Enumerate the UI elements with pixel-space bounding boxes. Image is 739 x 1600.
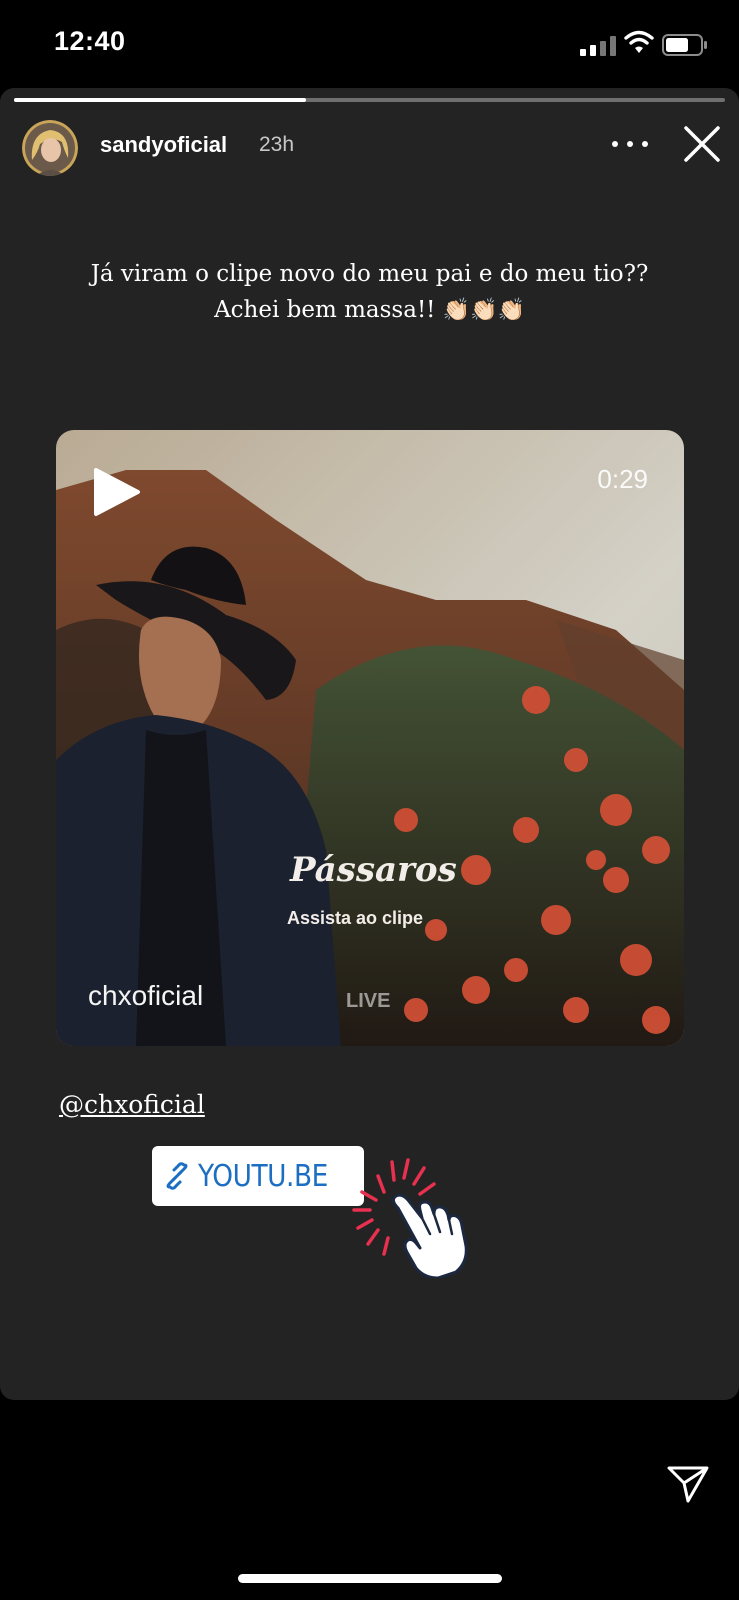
video-subtitle: Assista ao clipe <box>287 908 424 928</box>
video-watermark: LIVE <box>346 990 391 1012</box>
battery-icon <box>662 34 707 56</box>
status-bar: 12:40 <box>0 0 739 88</box>
story-time-ago: 23h <box>259 133 295 156</box>
caption-line-2: Achei bem massa!! <box>214 297 436 323</box>
link-icon <box>166 1162 188 1190</box>
clapping-hands-icon: 👏🏻👏🏻👏🏻 <box>442 298 525 323</box>
story-username[interactable]: sandyoficial <box>100 132 227 158</box>
video-thumbnail <box>56 430 684 1046</box>
caption-line-1: Já viram o clipe novo do meu pai e do me… <box>90 261 649 287</box>
wifi-icon <box>624 30 654 53</box>
shared-video-card[interactable]: 0:29 Pássaros Assista ao clipe chxoficia… <box>56 430 684 1046</box>
video-duration: 0:29 <box>597 464 648 494</box>
more-dot-icon <box>642 141 648 147</box>
mention-sticker[interactable]: @chxoficial <box>59 1090 205 1119</box>
send-message-icon[interactable] <box>666 1464 710 1504</box>
profile-photo-icon <box>22 120 78 176</box>
story-caption: Já viram o clipe novo do meu pai e do me… <box>0 256 739 329</box>
story-progress-fill <box>14 98 306 102</box>
close-icon[interactable] <box>682 124 722 164</box>
link-sticker[interactable]: YOUTU.BE <box>152 1146 364 1206</box>
play-icon[interactable] <box>92 466 142 518</box>
more-dot-icon <box>612 141 618 147</box>
video-title: Pássaros <box>290 850 457 890</box>
story-progress-bar <box>14 98 725 102</box>
avatar[interactable] <box>22 120 78 176</box>
status-time: 12:40 <box>54 26 126 56</box>
tapping-hand-icon <box>352 1158 468 1278</box>
cellular-signal-icon <box>580 36 616 56</box>
link-sticker-label: YOUTU.BE <box>198 1158 328 1194</box>
home-indicator[interactable] <box>238 1574 502 1583</box>
more-options-button[interactable] <box>612 132 648 156</box>
video-account-name[interactable]: chxoficial <box>88 980 203 1012</box>
more-dot-icon <box>627 141 633 147</box>
story-card[interactable]: sandyoficial 23h Já viram o clipe novo d… <box>0 88 739 1400</box>
